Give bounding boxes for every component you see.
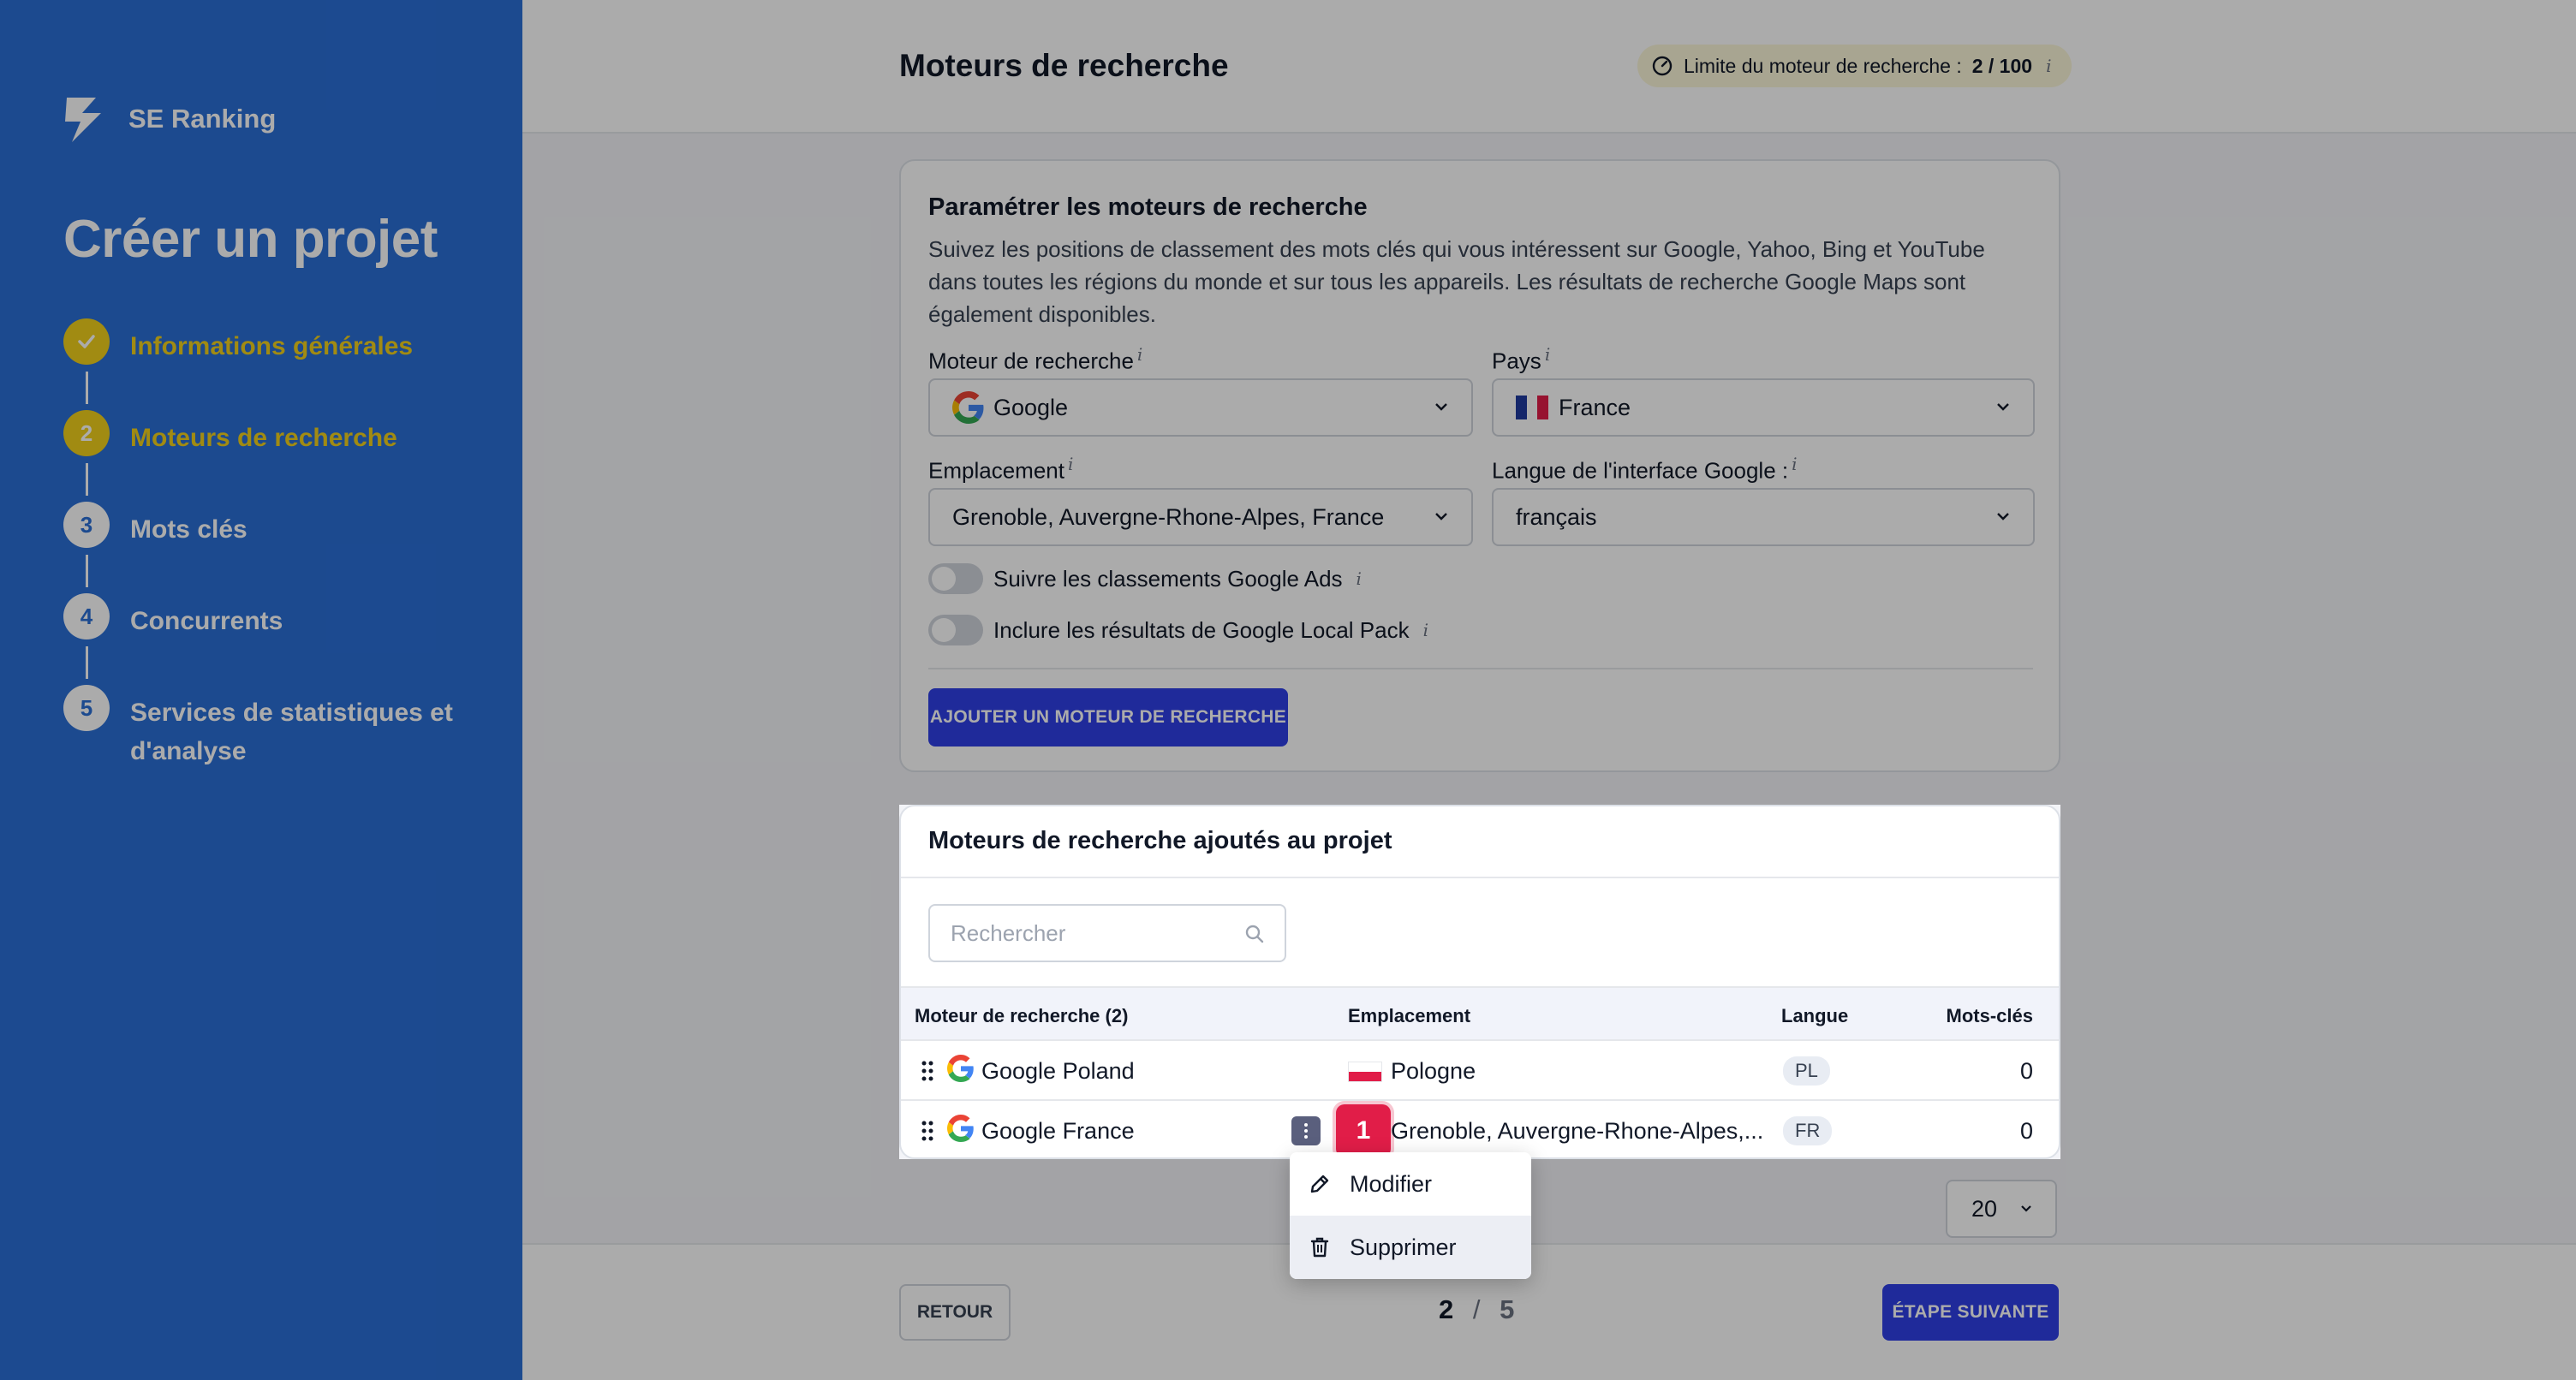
modal-overlay	[2060, 805, 2576, 1380]
language-badge: PL	[1783, 1056, 1830, 1086]
location-text: Grenoble, Auvergne-Rhone-Alpes,...	[1391, 1118, 1764, 1144]
engine-name: Google France	[981, 1118, 1135, 1144]
menu-item-label: Modifier	[1350, 1170, 1433, 1197]
table-row[interactable]: Google Poland Pologne PL 0	[901, 1041, 2059, 1101]
col-engine[interactable]: Moteur de recherche (2)	[915, 1005, 1128, 1027]
location-text: Pologne	[1391, 1058, 1476, 1084]
keywords-count: 0	[2019, 1058, 2033, 1084]
engine-name: Google Poland	[981, 1058, 1135, 1084]
table-header: Moteur de recherche (2) Emplacement Lang…	[901, 986, 2059, 1041]
language-badge: FR	[1783, 1116, 1833, 1145]
row-actions-button[interactable]	[1291, 1116, 1321, 1145]
search-placeholder: Rechercher	[951, 919, 1066, 946]
drag-handle-icon[interactable]	[920, 1120, 935, 1142]
col-location[interactable]: Emplacement	[1348, 1005, 1470, 1027]
google-icon	[947, 1115, 974, 1142]
row-actions-menu: Modifier Supprimer	[1290, 1152, 1531, 1279]
step-marker-badge: 1	[1336, 1104, 1391, 1157]
drag-handle-icon[interactable]	[920, 1060, 935, 1082]
trash-icon	[1310, 1237, 1329, 1258]
keywords-count: 0	[2019, 1118, 2033, 1144]
modal-overlay	[0, 805, 899, 1380]
google-icon	[947, 1055, 974, 1082]
col-keywords[interactable]: Mots-clés	[1947, 1005, 2033, 1027]
engine-location: Grenoble, Auvergne-Rhone-Alpes,...	[1391, 1118, 1763, 1145]
menu-item-edit[interactable]: Modifier	[1290, 1152, 1531, 1216]
pencil-icon	[1310, 1175, 1329, 1193]
engine-location: Pologne	[1348, 1058, 1476, 1085]
modal-overlay	[0, 0, 2576, 805]
divider	[901, 877, 2059, 878]
added-engines-card: Moteurs de recherche ajoutés au projet R…	[899, 805, 2060, 1159]
menu-item-label: Supprimer	[1350, 1234, 1457, 1260]
search-input[interactable]: Rechercher	[928, 904, 1286, 962]
search-icon	[1245, 925, 1264, 943]
added-engines-title: Moteurs de recherche ajoutés au projet	[928, 827, 1392, 854]
menu-item-delete[interactable]: Supprimer	[1290, 1216, 1531, 1279]
col-language[interactable]: Langue	[1781, 1005, 1848, 1027]
poland-flag-icon	[1348, 1061, 1382, 1082]
